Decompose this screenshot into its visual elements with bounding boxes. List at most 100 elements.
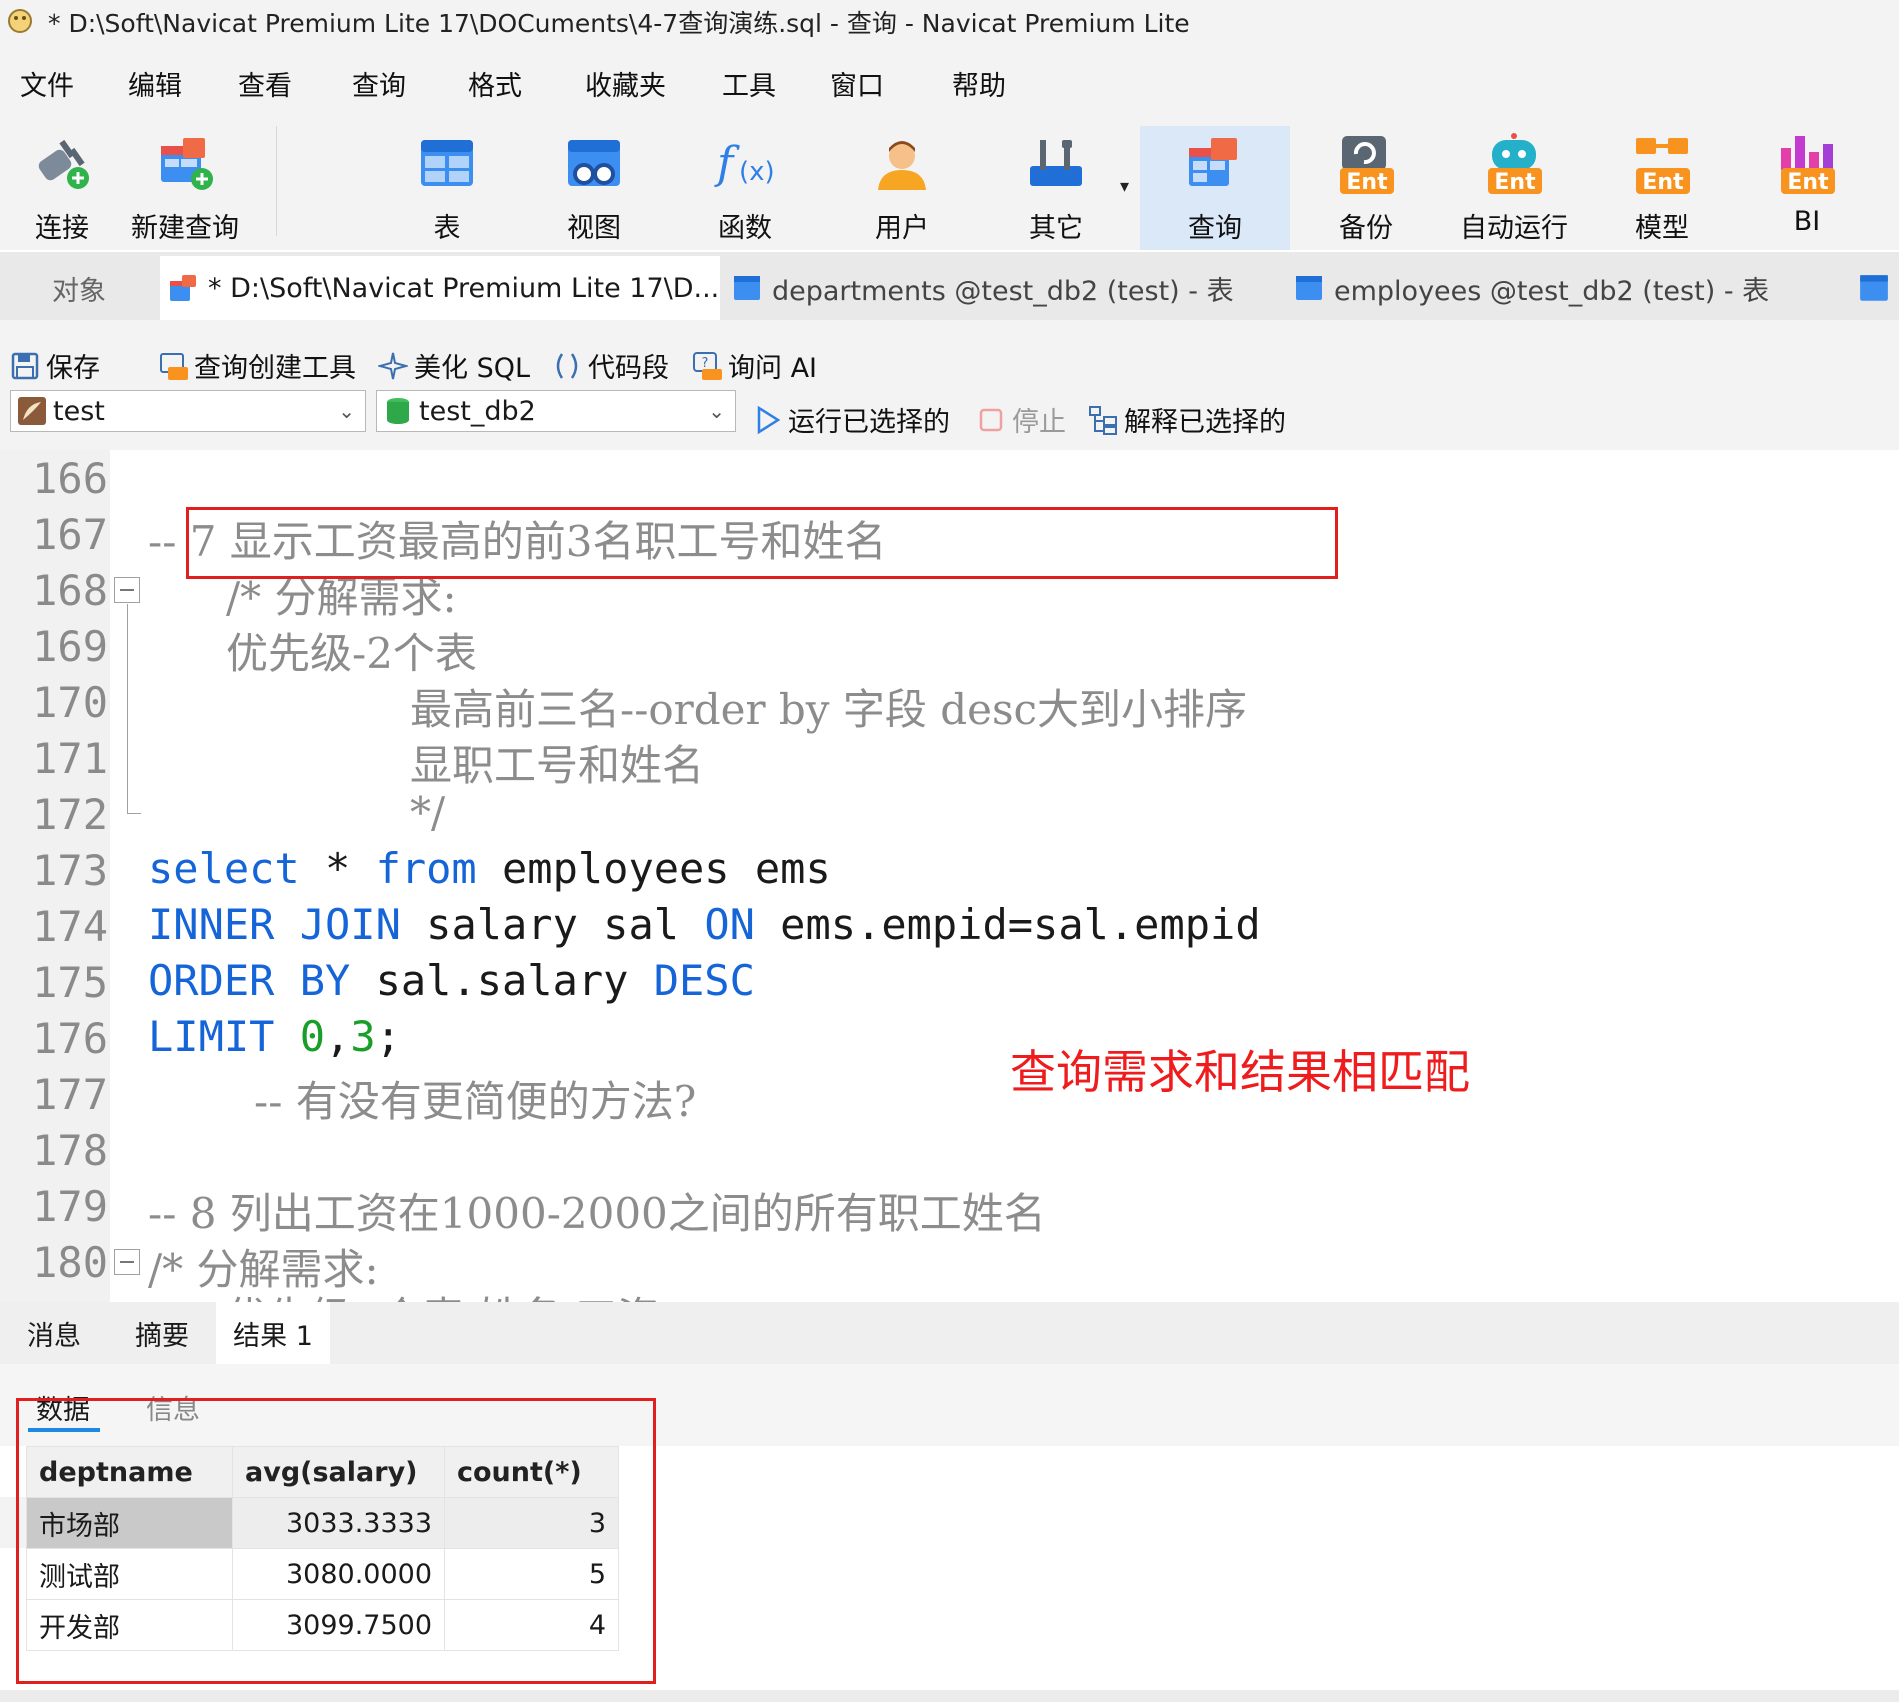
fold-toggle-icon[interactable] bbox=[114, 577, 140, 603]
menu-favorites[interactable]: 收藏夹 bbox=[585, 64, 666, 103]
line-number: 172 bbox=[32, 790, 108, 839]
line-number: 170 bbox=[32, 678, 108, 727]
menu-window[interactable]: 窗口 bbox=[830, 64, 884, 103]
play-icon bbox=[757, 405, 781, 434]
highlight-box-requirement bbox=[186, 507, 1338, 579]
code-line-175: ORDER BY sal.salary DESC bbox=[148, 956, 755, 1005]
other-button[interactable]: 其它 bbox=[1014, 126, 1098, 250]
user-label: 用户 bbox=[875, 213, 929, 244]
line-number: 175 bbox=[32, 958, 108, 1007]
window-title: * D:\Soft\Navicat Premium Lite 17\DOCume… bbox=[48, 9, 1190, 38]
query-label: 查询 bbox=[1188, 213, 1242, 244]
menu-help[interactable]: 帮助 bbox=[952, 64, 1006, 103]
chevron-down-icon: ⌄ bbox=[338, 399, 355, 423]
table-label: 表 bbox=[433, 213, 461, 244]
run-selected-label: 运行已选择的 bbox=[788, 407, 950, 438]
tab-result-1[interactable]: 结果 1 bbox=[216, 1302, 330, 1364]
svg-text:(x): (x) bbox=[739, 157, 775, 187]
line-number: 176 bbox=[32, 1014, 108, 1063]
tab-summary-label: 摘要 bbox=[135, 1320, 189, 1352]
backup-button[interactable]: Ent 备份 bbox=[1324, 126, 1408, 250]
other-dropdown-arrow-icon[interactable]: ▾ bbox=[1120, 176, 1129, 197]
user-button[interactable]: 用户 bbox=[858, 126, 946, 250]
stop-icon bbox=[979, 408, 1003, 431]
save-button[interactable]: 保存 bbox=[10, 346, 100, 385]
ask-ai-label: 询问 AI bbox=[728, 353, 818, 384]
tab-employees[interactable]: employees @test_db2 (test) - 表 bbox=[1290, 256, 1850, 320]
annotation-text: 查询需求和结果相匹配 bbox=[1010, 1045, 1470, 1099]
code-snippet-button[interactable]: 代码段 bbox=[552, 346, 669, 385]
main-toolbar bbox=[0, 126, 1899, 250]
code-line-174: INNER JOIN salary sal ON ems.empid=sal.e… bbox=[148, 900, 1261, 949]
line-number: 173 bbox=[32, 846, 108, 895]
bi-icon: Ent bbox=[1781, 136, 1835, 195]
model-button[interactable]: Ent 模型 bbox=[1618, 126, 1706, 250]
tab-objects[interactable]: 对象 bbox=[0, 256, 158, 320]
stop-label: 停止 bbox=[1012, 407, 1066, 438]
line-number: 174 bbox=[32, 902, 108, 951]
line-number: 179 bbox=[32, 1182, 108, 1231]
line-number: 178 bbox=[32, 1126, 108, 1175]
query-button[interactable]: 查询 bbox=[1140, 126, 1290, 250]
model-icon: Ent bbox=[1636, 138, 1690, 195]
plug-icon bbox=[38, 139, 89, 189]
database-value: test_db2 bbox=[419, 395, 536, 427]
table-icon bbox=[734, 276, 760, 300]
menu-view[interactable]: 查看 bbox=[238, 64, 292, 103]
query-builder-button[interactable]: 查询创建工具 bbox=[158, 346, 356, 385]
connection-select[interactable]: test ⌄ bbox=[10, 390, 366, 432]
menu-format[interactable]: 格式 bbox=[468, 64, 522, 103]
tab-employees-label: employees @test_db2 (test) - 表 bbox=[1334, 275, 1770, 307]
code-line-170: 最高前三名--order by 字段 desc大到小排序 bbox=[410, 685, 1248, 734]
tab-overflow-table-icon[interactable] bbox=[1858, 272, 1890, 304]
toolbar-separator bbox=[276, 126, 277, 236]
svg-text:Ent: Ent bbox=[1787, 170, 1829, 195]
menu-tools[interactable]: 工具 bbox=[722, 64, 776, 103]
fold-toggle-icon[interactable] bbox=[114, 1249, 140, 1275]
ai-chat-icon: ? bbox=[693, 351, 722, 380]
run-selected-button[interactable]: 运行已选择的 bbox=[752, 400, 950, 439]
tab-departments[interactable]: departments @test_db2 (test) - 表 bbox=[728, 256, 1278, 320]
menu-query[interactable]: 查询 bbox=[352, 64, 406, 103]
line-number: 166 bbox=[32, 454, 108, 503]
connection-icon bbox=[18, 397, 46, 425]
tab-query-file[interactable]: * D:\Soft\Navicat Premium Lite 17\D... bbox=[160, 256, 720, 320]
line-number: 167 bbox=[32, 510, 108, 559]
connect-button[interactable]: 连接 bbox=[20, 126, 104, 250]
query-file-icon bbox=[170, 275, 196, 301]
code-snippet-label: 代码段 bbox=[588, 353, 669, 384]
table-icon bbox=[421, 140, 473, 186]
model-label: 模型 bbox=[1635, 213, 1689, 244]
connect-label: 连接 bbox=[35, 213, 89, 244]
line-number: 177 bbox=[32, 1070, 108, 1119]
explain-selected-button[interactable]: 解释已选择的 bbox=[1088, 400, 1286, 439]
beautify-sql-button[interactable]: 美化 SQL bbox=[378, 346, 530, 385]
fold-guide-line bbox=[127, 604, 128, 814]
svg-text:Ent: Ent bbox=[1494, 170, 1536, 195]
function-label: 函数 bbox=[718, 213, 772, 244]
view-icon bbox=[568, 140, 620, 186]
menu-file[interactable]: 文件 bbox=[20, 64, 74, 103]
menu-edit[interactable]: 编辑 bbox=[128, 64, 182, 103]
new-query-label: 新建查询 bbox=[131, 213, 239, 244]
table-button[interactable]: 表 bbox=[410, 126, 484, 250]
line-number: 168 bbox=[32, 566, 108, 615]
tab-result-1-label: 结果 1 bbox=[233, 1320, 313, 1352]
stop-button[interactable]: 停止 bbox=[976, 400, 1066, 439]
function-button[interactable]: f (x) 函数 bbox=[700, 126, 790, 250]
explain-selected-label: 解释已选择的 bbox=[1124, 407, 1286, 438]
fold-guide-end bbox=[127, 813, 141, 814]
new-query-button[interactable]: 新建查询 bbox=[131, 126, 239, 250]
database-select[interactable]: test_db2 ⌄ bbox=[376, 390, 736, 432]
view-label: 视图 bbox=[567, 213, 621, 244]
code-line-172: */ bbox=[410, 788, 446, 837]
tab-query-file-label: * D:\Soft\Navicat Premium Lite 17\D... bbox=[208, 272, 720, 304]
ask-ai-button[interactable]: ? 询问 AI bbox=[692, 346, 817, 385]
tab-messages[interactable]: 消息 bbox=[0, 1302, 108, 1364]
view-button[interactable]: 视图 bbox=[554, 126, 634, 250]
tab-summary[interactable]: 摘要 bbox=[108, 1302, 216, 1364]
bi-button[interactable]: Ent BI bbox=[1766, 126, 1848, 250]
save-icon bbox=[11, 352, 39, 379]
auto-run-button[interactable]: Ent 自动运行 bbox=[1456, 126, 1572, 250]
explain-icon bbox=[1089, 405, 1117, 435]
